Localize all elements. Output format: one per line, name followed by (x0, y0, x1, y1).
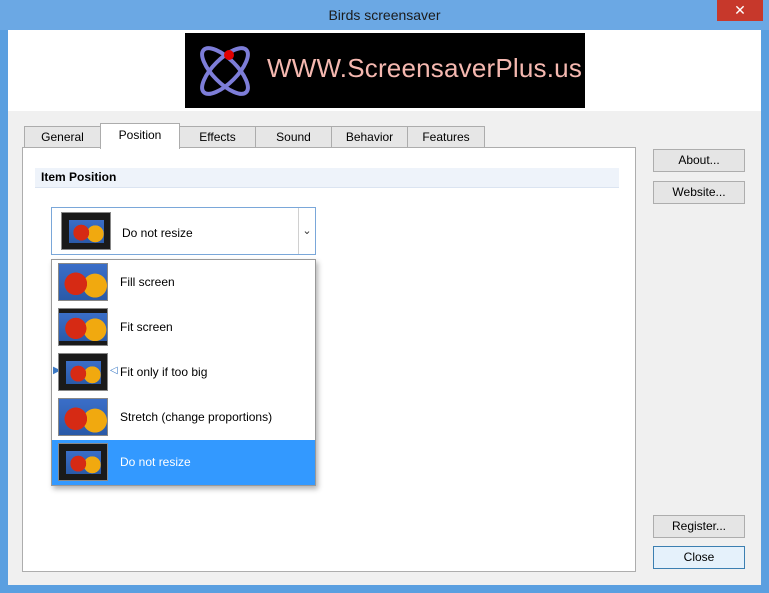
option-fill-screen[interactable]: Fill screen (52, 260, 315, 305)
tab-general[interactable]: General (24, 126, 101, 148)
option-fit-if-big[interactable]: ▶ ◁ Fit only if too big (52, 350, 315, 395)
option-label: Fit only if too big (120, 365, 208, 379)
option-do-not-resize[interactable]: Do not resize (52, 440, 315, 485)
tab-position[interactable]: Position (100, 123, 180, 149)
no-resize-preview (58, 443, 108, 481)
tab-behavior[interactable]: Behavior (331, 126, 408, 148)
banner-area: WWW.ScreensaverPlus.us (8, 30, 761, 111)
position-combobox[interactable]: Do not resize ⌄ (51, 207, 316, 255)
chevron-down-icon[interactable]: ⌄ (298, 208, 315, 254)
website-button[interactable]: Website... (653, 181, 745, 204)
fit-preview (58, 308, 108, 346)
fit-big-preview (58, 353, 108, 391)
tab-effects[interactable]: Effects (179, 126, 256, 148)
flower-image (66, 361, 101, 384)
window-title: Birds screensaver (328, 7, 441, 23)
section-title: Item Position (35, 168, 619, 188)
position-dropdown-list: Fill screen Fit screen ▶ ◁ Fit only if t… (51, 259, 316, 486)
option-fit-screen[interactable]: Fit screen (52, 305, 315, 350)
option-label: Fit screen (120, 320, 173, 334)
option-label: Do not resize (120, 455, 191, 469)
tab-sound[interactable]: Sound (255, 126, 332, 148)
option-stretch[interactable]: Stretch (change proportions) (52, 395, 315, 440)
combo-selected-label: Do not resize (122, 226, 193, 240)
stretch-preview (58, 398, 108, 436)
banner[interactable]: WWW.ScreensaverPlus.us (185, 33, 585, 108)
preview-thumbnail (61, 212, 111, 250)
marker-right-icon: ◁ (110, 365, 118, 376)
fill-preview (58, 263, 108, 301)
atom-logo-icon (200, 46, 250, 96)
flower-image (69, 220, 104, 243)
flower-image (59, 313, 107, 341)
option-label: Fill screen (120, 275, 175, 289)
flower-image (66, 451, 101, 474)
tab-features[interactable]: Features (407, 126, 485, 148)
close-button[interactable]: Close (653, 546, 745, 569)
banner-url: WWW.ScreensaverPlus.us (267, 53, 583, 83)
about-button[interactable]: About... (653, 149, 745, 172)
option-label: Stretch (change proportions) (120, 410, 273, 424)
flower-image (59, 264, 107, 300)
register-button[interactable]: Register... (653, 515, 745, 538)
flower-image (59, 399, 107, 435)
window-close-button[interactable]: ✕ (717, 0, 763, 21)
title-bar: Birds screensaver ✕ (0, 0, 769, 30)
